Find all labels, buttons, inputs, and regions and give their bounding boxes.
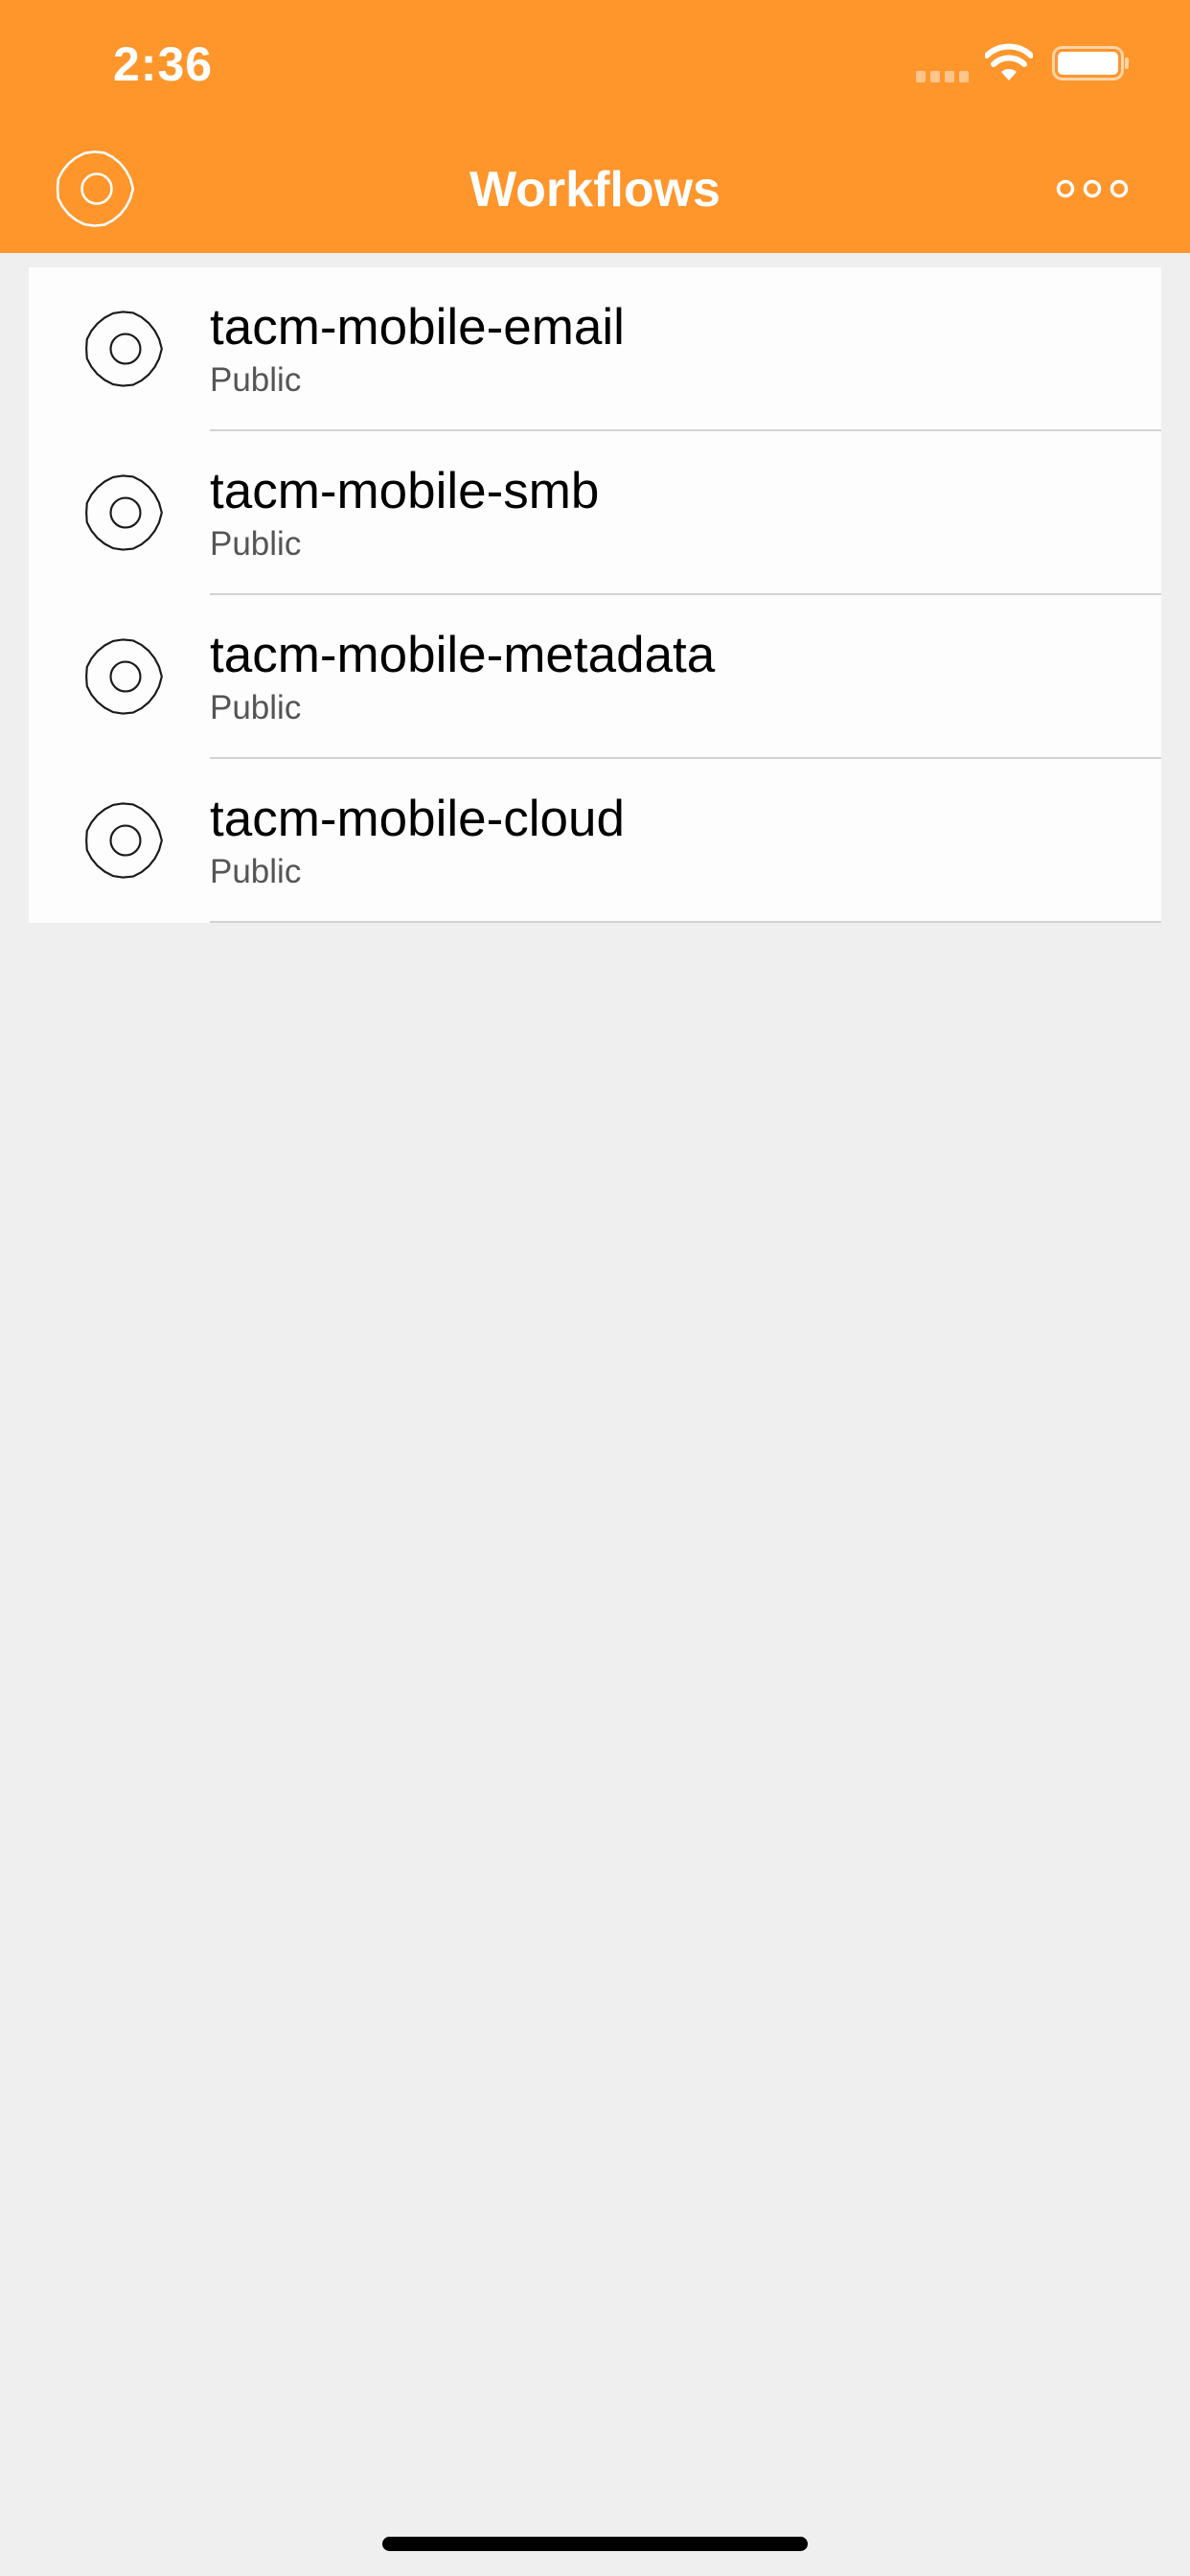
workflow-row-tacm-mobile-cloud[interactable]: tacm-mobile-cloud Public	[29, 759, 1161, 923]
workflow-row-tacm-mobile-email[interactable]: tacm-mobile-email Public	[29, 267, 1161, 431]
workflow-visibility: Public	[210, 361, 302, 399]
wifi-icon	[985, 43, 1033, 80]
cellular-signal-icon	[916, 71, 969, 82]
workflow-name: tacm-mobile-smb	[210, 463, 600, 519]
home-indicator[interactable]	[382, 2537, 808, 2551]
gear-icon	[85, 310, 163, 387]
workflow-visibility: Public	[210, 525, 302, 563]
gear-icon	[85, 802, 163, 879]
workflow-name: tacm-mobile-cloud	[210, 791, 625, 847]
gear-icon	[85, 474, 163, 551]
workflow-visibility: Public	[210, 853, 302, 890]
workflow-visibility: Public	[210, 689, 302, 726]
navigation-header: 2:36 Workflows	[0, 0, 1190, 253]
gear-icon	[85, 638, 163, 715]
page-title: Workflows	[469, 162, 721, 218]
workflow-list: tacm-mobile-email Public tacm-mobile-smb…	[29, 267, 1161, 923]
status-time: 2:36	[113, 37, 214, 91]
more-icon	[1056, 179, 1129, 198]
more-options-button[interactable]	[1054, 172, 1131, 205]
workflow-name: tacm-mobile-metadata	[210, 627, 716, 683]
battery-icon	[1052, 46, 1129, 80]
workflow-row-tacm-mobile-metadata[interactable]: tacm-mobile-metadata Public	[29, 595, 1161, 759]
workflow-name: tacm-mobile-email	[210, 299, 625, 356]
row-divider	[210, 921, 1161, 923]
workflow-row-tacm-mobile-smb[interactable]: tacm-mobile-smb Public	[29, 431, 1161, 595]
